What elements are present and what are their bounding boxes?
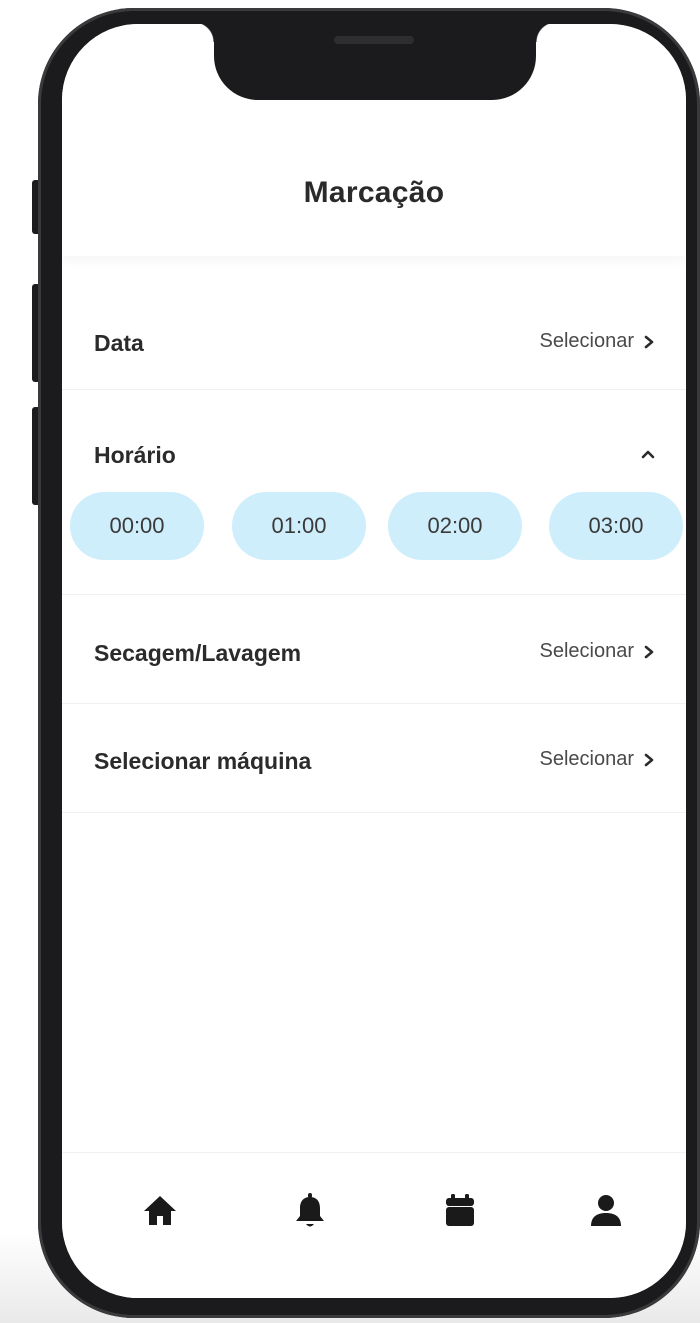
calendar-icon bbox=[446, 1194, 474, 1226]
selecionar-maquina-label: Selecionar máquina bbox=[94, 748, 312, 774]
time-chip[interactable]: 03:00 bbox=[549, 492, 683, 560]
speaker-grille bbox=[334, 36, 414, 44]
row-horario: Horário 00:00 01:00 02:00 03:00 bbox=[62, 390, 686, 595]
chevron-up-icon[interactable] bbox=[640, 446, 656, 462]
maquina-select-label: Selecionar bbox=[539, 748, 634, 770]
bell-icon bbox=[296, 1193, 324, 1227]
data-select-label: Selecionar bbox=[539, 330, 634, 352]
tab-profile[interactable] bbox=[582, 1187, 630, 1235]
home-icon bbox=[144, 1196, 176, 1225]
row-selecionar-maquina[interactable]: Selecionar máquina Selecionar bbox=[62, 704, 686, 813]
bottom-tab-bar bbox=[62, 1152, 686, 1298]
chevron-right-icon bbox=[644, 645, 654, 658]
chevron-right-icon bbox=[644, 335, 654, 348]
phone-notch bbox=[194, 24, 556, 100]
horario-label: Horário bbox=[94, 442, 176, 468]
secagem-select-action[interactable]: Selecionar bbox=[539, 640, 656, 663]
row-data[interactable]: Data Selecionar bbox=[62, 284, 686, 390]
tab-calendar[interactable] bbox=[436, 1187, 484, 1235]
time-chip[interactable]: 02:00 bbox=[388, 492, 522, 560]
data-select-action[interactable]: Selecionar bbox=[539, 330, 656, 353]
time-chip[interactable]: 00:00 bbox=[70, 492, 204, 560]
row-secagem-lavagem[interactable]: Secagem/Lavagem Selecionar bbox=[62, 596, 686, 704]
tab-home[interactable] bbox=[136, 1187, 184, 1235]
stage: Marcação Data Selecionar Horário 00:00 0… bbox=[0, 0, 700, 1323]
tab-notifications[interactable] bbox=[286, 1187, 334, 1235]
user-icon bbox=[591, 1195, 621, 1226]
phone-screen: Marcação Data Selecionar Horário 00:00 0… bbox=[62, 24, 686, 1298]
secagem-lavagem-label: Secagem/Lavagem bbox=[94, 640, 302, 666]
secagem-select-label: Selecionar bbox=[539, 640, 634, 662]
time-chip-list: 00:00 01:00 02:00 03:00 bbox=[70, 492, 686, 560]
time-chip[interactable]: 01:00 bbox=[232, 492, 366, 560]
maquina-select-action[interactable]: Selecionar bbox=[539, 748, 656, 771]
data-label: Data bbox=[94, 330, 144, 356]
chevron-right-icon bbox=[644, 753, 654, 766]
page-title: Marcação bbox=[303, 176, 445, 209]
